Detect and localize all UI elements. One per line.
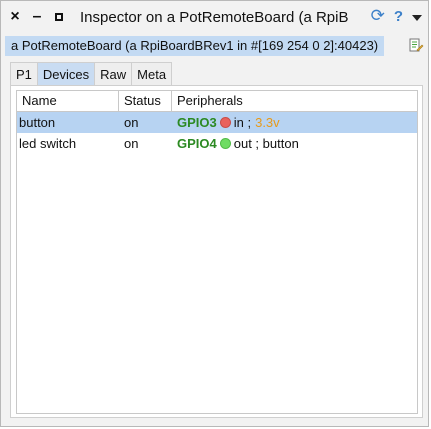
device-name: button — [19, 115, 56, 130]
tab-devices[interactable]: Devices — [36, 62, 96, 85]
pin-voltage: 3.3v — [255, 115, 280, 130]
table-row[interactable]: button on GPIO3 in ; 3.3v — [17, 112, 417, 133]
inspected-object-label[interactable]: a PotRemoteBoard (a RpiBoardBRev1 in #[1… — [5, 36, 385, 56]
inspector-window: × – Inspector on a PotRemoteBoard (a Rpi… — [0, 0, 429, 427]
device-status: on — [124, 136, 139, 151]
column-header-peripherals[interactable]: Peripherals — [172, 91, 417, 111]
title-actions: ⟳ ? — [371, 7, 422, 25]
pin-state-indicator-icon — [219, 117, 231, 128]
gpio-pin-label: GPIO3 — [177, 115, 217, 130]
table-row[interactable]: led switch on GPIO4 out ; button — [17, 133, 417, 154]
pin-mode: in ; — [233, 115, 252, 130]
inspector-tabs: P1 Devices Raw Meta — [10, 62, 173, 85]
window-menu-icon[interactable] — [412, 14, 422, 21]
column-header-name[interactable]: Name — [17, 91, 119, 111]
pin-state-indicator-icon — [219, 138, 231, 149]
device-peripherals: GPIO3 in ; 3.3v — [172, 112, 417, 133]
browse-code-icon[interactable] — [408, 37, 424, 53]
devices-panel: Name Status Peripherals button on GPIO3 … — [10, 85, 423, 418]
title-bar[interactable]: × – Inspector on a PotRemoteBoard (a Rpi… — [1, 1, 428, 33]
device-name: led switch — [19, 136, 77, 151]
device-peripherals: GPIO4 out ; button — [172, 133, 417, 154]
column-header-status[interactable]: Status — [119, 91, 172, 111]
minimize-icon[interactable]: – — [28, 8, 46, 26]
tab-p1[interactable]: P1 — [10, 62, 38, 85]
tab-meta[interactable]: Meta — [131, 62, 173, 85]
window-title: Inspector on a PotRemoteBoard (a RpiB — [80, 8, 349, 26]
maximize-icon[interactable] — [50, 8, 68, 26]
tab-raw[interactable]: Raw — [94, 62, 133, 85]
refresh-icon[interactable]: ⟳ — [371, 7, 385, 25]
device-status: on — [124, 115, 139, 130]
table-header: Name Status Peripherals — [17, 91, 417, 112]
object-breadcrumb: a PotRemoteBoard (a RpiBoardBRev1 in #[1… — [5, 36, 426, 56]
help-icon[interactable]: ? — [394, 8, 403, 25]
devices-table: Name Status Peripherals button on GPIO3 … — [16, 90, 418, 414]
gpio-pin-label: GPIO4 — [177, 136, 217, 151]
close-icon[interactable]: × — [6, 8, 24, 26]
pin-mode: out ; button — [233, 136, 299, 151]
